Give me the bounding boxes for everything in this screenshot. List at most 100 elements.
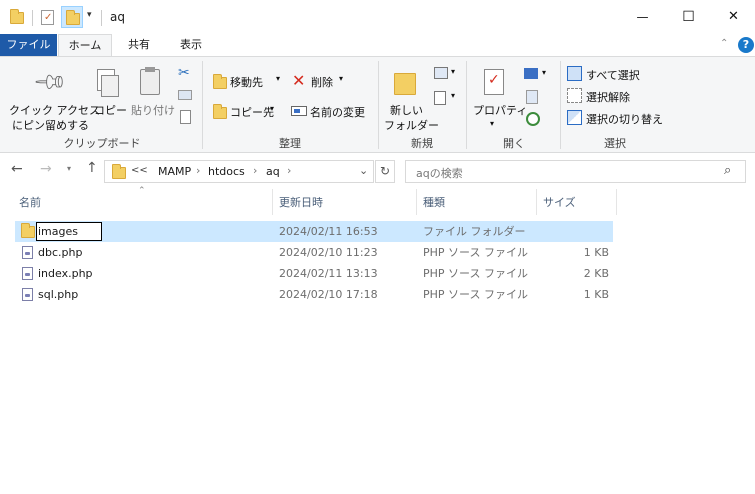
copy-to-icon <box>213 104 227 119</box>
column-header-modified[interactable]: 更新日時 <box>279 194 409 216</box>
address-dropdown-icon[interactable]: ⌄ <box>359 164 368 177</box>
select-all-button[interactable]: すべて選択 <box>566 65 656 83</box>
properties-quick-icon[interactable]: ✓ <box>41 10 54 25</box>
move-to-button[interactable]: 移動先 ▾ <box>210 71 288 93</box>
divider <box>202 61 203 149</box>
open-group-label: 開く <box>503 137 525 150</box>
copy-button[interactable]: コピー <box>92 67 127 133</box>
edit-icon[interactable] <box>526 90 538 104</box>
file-row-index[interactable]: index.php 2024/02/11 13:13 PHP ソース ファイル … <box>15 263 613 284</box>
divider[interactable] <box>272 189 273 215</box>
file-row-images[interactable]: images 2024/02/11 16:53 ファイル フォルダー <box>15 221 613 242</box>
file-type: PHP ソース ファイル <box>423 267 528 280</box>
breadcrumb-aq[interactable]: aq <box>266 165 280 178</box>
tab-file[interactable]: ファイル <box>0 34 57 56</box>
paste-button[interactable]: 貼り付け <box>128 67 175 133</box>
divider <box>32 10 33 26</box>
divider <box>466 61 467 149</box>
php-file-icon <box>22 267 33 280</box>
file-name: dbc.php <box>38 246 83 259</box>
new-folder-label-2: フォルダー <box>384 119 439 132</box>
file-row-sql[interactable]: sql.php 2024/02/10 17:18 PHP ソース ファイル 1 … <box>15 284 613 305</box>
paste-shortcut-icon[interactable] <box>180 110 191 124</box>
search-icon[interactable]: ⌕ <box>724 163 731 178</box>
customize-quick-access-icon[interactable]: ▾ <box>87 10 92 20</box>
paste-icon <box>140 69 160 95</box>
pin-label-2: にピン留めする <box>12 119 89 132</box>
select-none-label: 選択解除 <box>586 91 630 104</box>
new-folder-quick-icon[interactable] <box>61 6 83 28</box>
new-folder-icon <box>394 73 416 95</box>
cut-icon[interactable]: ✂ <box>178 65 190 81</box>
recent-locations-icon[interactable]: ▾ <box>67 164 71 173</box>
new-folder-button[interactable]: 新しい フォルダー <box>382 67 439 133</box>
delete-button[interactable]: ✕ 削除 ▾ <box>289 71 359 93</box>
folder-icon <box>10 9 24 24</box>
pin-icon: 📌︎ <box>31 63 69 102</box>
breadcrumb-htdocs[interactable]: htdocs <box>208 165 245 178</box>
search-box[interactable]: aqの検索 ⌕ <box>405 160 746 183</box>
breadcrumb-overflow[interactable]: << <box>131 165 148 176</box>
help-icon[interactable]: ? <box>738 37 754 53</box>
collapse-ribbon-icon[interactable]: ⌃ <box>720 38 728 49</box>
open-icon[interactable] <box>524 68 538 79</box>
column-header-name[interactable]: 名前 <box>19 194 269 216</box>
divider <box>378 61 379 149</box>
divider[interactable] <box>616 189 617 215</box>
new-item-icon[interactable] <box>434 67 448 79</box>
history-icon[interactable] <box>526 112 540 126</box>
copy-label: コピー <box>94 104 127 117</box>
chevron-right-icon[interactable]: › <box>253 164 257 177</box>
search-input[interactable]: aqの検索 <box>416 165 463 181</box>
copy-path-icon[interactable] <box>178 90 192 100</box>
rename-input[interactable]: images <box>36 222 102 241</box>
properties-button[interactable]: ✓ プロパティ ▾ <box>470 67 527 133</box>
column-header-size[interactable]: サイズ <box>543 194 613 216</box>
divider <box>101 10 102 26</box>
window-title: aq <box>110 10 125 24</box>
delete-label: 削除 <box>311 76 333 89</box>
easy-access-icon[interactable] <box>434 91 446 105</box>
chevron-right-icon[interactable]: › <box>196 164 200 177</box>
file-modified: 2024/02/10 17:18 <box>279 288 378 301</box>
title-bar: ✓ ▾ aq — ☐ ✕ <box>0 0 755 34</box>
file-row-dbc[interactable]: dbc.php 2024/02/10 11:23 PHP ソース ファイル 1 … <box>15 242 613 263</box>
chevron-right-icon[interactable]: › <box>287 164 291 177</box>
select-all-label: すべて選択 <box>586 69 640 82</box>
select-none-button[interactable]: 選択解除 <box>566 87 656 105</box>
file-type: ファイル フォルダー <box>423 225 526 238</box>
up-arrow-icon[interactable]: ↑ <box>86 160 98 176</box>
maximize-button[interactable]: ☐ <box>666 0 711 34</box>
forward-arrow-icon[interactable]: → <box>40 161 52 177</box>
delete-icon: ✕ <box>292 71 306 90</box>
back-arrow-icon[interactable]: ← <box>11 161 23 177</box>
tab-view[interactable]: 表示 <box>166 34 216 56</box>
file-name: sql.php <box>38 288 79 301</box>
close-button[interactable]: ✕ <box>711 0 755 34</box>
divider <box>560 61 561 149</box>
divider[interactable] <box>536 189 537 215</box>
invert-selection-button[interactable]: 選択の切り替え <box>566 109 666 127</box>
file-size: 1 KB <box>583 288 609 301</box>
invert-selection-icon <box>567 110 582 125</box>
minimize-button[interactable]: — <box>620 0 665 34</box>
file-size: 1 KB <box>583 246 609 259</box>
refresh-button[interactable]: ↻ <box>375 160 395 183</box>
column-header-type[interactable]: 種類 <box>423 194 533 216</box>
pin-quick-access-button[interactable]: 📌︎ クイック アクセス にピン留めする <box>6 63 100 133</box>
file-modified: 2024/02/11 16:53 <box>279 225 378 238</box>
file-name: index.php <box>38 267 93 280</box>
php-file-icon <box>22 246 33 259</box>
tab-share[interactable]: 共有 <box>114 34 164 56</box>
divider[interactable] <box>416 189 417 215</box>
copy-to-button[interactable]: コピー先 ▾ <box>210 101 288 123</box>
rename-label: 名前の変更 <box>310 106 365 119</box>
breadcrumb-mamp[interactable]: MAMP <box>158 165 191 178</box>
address-bar[interactable]: << MAMP › htdocs › aq › ⌄ <box>104 160 374 183</box>
select-group-label: 選択 <box>604 137 626 150</box>
file-modified: 2024/02/11 13:13 <box>279 267 378 280</box>
copy-to-label: コピー先 <box>230 106 274 119</box>
tab-home[interactable]: ホーム <box>58 34 112 57</box>
rename-button[interactable]: 名前の変更 <box>289 101 373 123</box>
select-all-icon <box>567 66 582 81</box>
